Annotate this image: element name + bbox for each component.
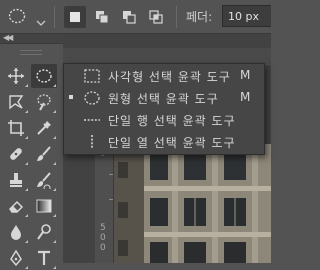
options-bar: 페더:: [0, 0, 271, 34]
chevron-down-icon[interactable]: [36, 12, 46, 26]
subtract-from-selection-button[interactable]: [118, 6, 140, 28]
brush-tool-icon[interactable]: [31, 142, 57, 166]
type-tool-icon[interactable]: [31, 246, 57, 270]
menu-item-rectangular-marquee[interactable]: 사각형 선택 윤곽 도구 M: [64, 65, 264, 87]
add-to-selection-button[interactable]: [91, 6, 113, 28]
building-photo: [114, 144, 271, 263]
ellipse-marquee-tool-preset-icon[interactable]: [8, 7, 26, 25]
feather-input[interactable]: [222, 5, 271, 27]
eraser-tool-icon[interactable]: [3, 194, 29, 218]
healing-brush-tool-icon[interactable]: [3, 142, 29, 166]
single-row-marquee-icon: [83, 112, 101, 128]
active-bullet: [69, 95, 73, 99]
panel-grip[interactable]: [0, 44, 63, 60]
left-ruler: 0 5 0 0: [95, 144, 114, 263]
rect-marquee-icon: [83, 68, 101, 84]
ellipse-marquee-icon: [83, 90, 101, 106]
new-selection-button[interactable]: [64, 6, 86, 28]
tools-panel: ◀◀: [0, 33, 63, 269]
menu-item-elliptical-marquee[interactable]: 원형 선택 윤곽 도구 M: [64, 87, 264, 109]
dodge-tool-icon[interactable]: [31, 220, 57, 244]
panel-header[interactable]: ◀◀: [0, 33, 63, 44]
blur-tool-icon[interactable]: [3, 220, 29, 244]
history-brush-tool-icon[interactable]: [31, 168, 57, 192]
quick-selection-tool-icon[interactable]: [31, 90, 57, 114]
ellipse-marquee-tool-icon[interactable]: [31, 64, 57, 88]
lasso-tool-icon[interactable]: [3, 90, 29, 114]
gradient-tool-icon[interactable]: [31, 194, 57, 218]
collapse-arrows-icon[interactable]: ◀◀: [3, 33, 13, 42]
menu-item-single-column-marquee[interactable]: 단일 열 선택 윤곽 도구: [64, 131, 264, 153]
feather-label: 페더:: [186, 10, 213, 24]
pen-tool-icon[interactable]: [3, 246, 29, 270]
single-column-marquee-icon: [83, 134, 101, 150]
intersect-selection-button[interactable]: [145, 6, 167, 28]
separator: [54, 6, 55, 28]
eyedropper-tool-icon[interactable]: [31, 116, 57, 140]
marquee-tools-flyout-menu: 사각형 선택 윤곽 도구 M 원형 선택 윤곽 도구 M 단일 행 선택 윤곽 …: [63, 63, 265, 155]
menu-item-single-row-marquee[interactable]: 단일 행 선택 윤곽 도구: [64, 109, 264, 131]
move-tool-icon[interactable]: [3, 64, 29, 88]
crop-tool-icon[interactable]: [3, 116, 29, 140]
separator: [176, 6, 177, 28]
clone-stamp-tool-icon[interactable]: [3, 168, 29, 192]
